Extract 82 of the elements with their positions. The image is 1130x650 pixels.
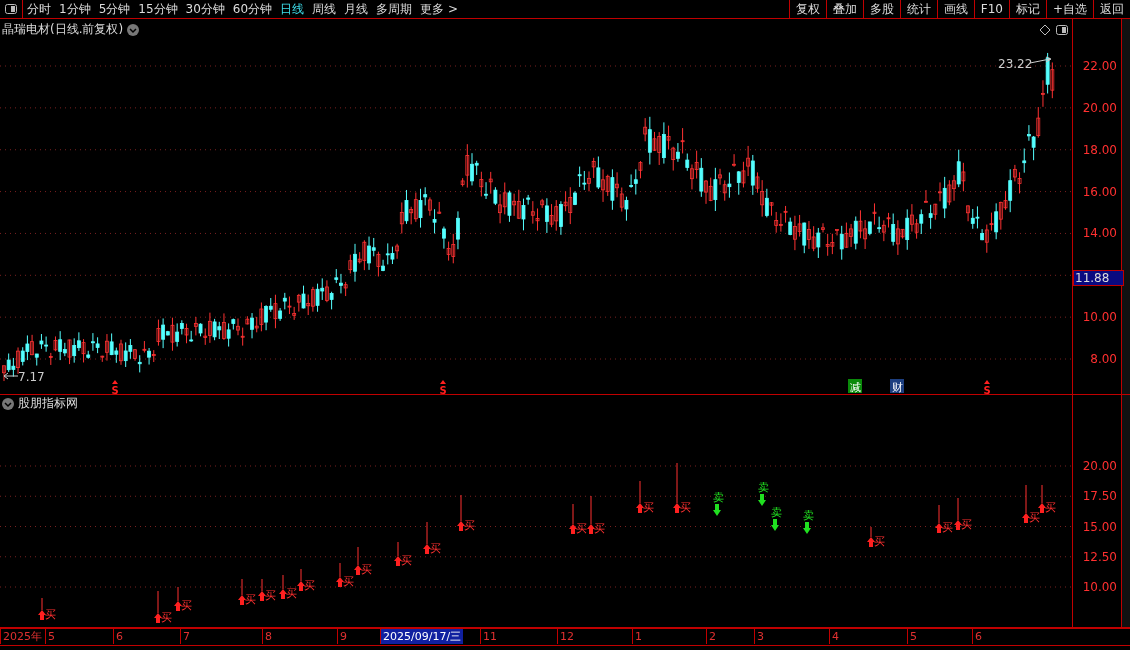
sell-signal-label: 卖 [770,506,782,519]
stock-title: 晶瑞电材(日线.前复权) [2,21,124,38]
sell-signal-label: 卖 [802,509,814,522]
current-price-label: 11.88 [1073,269,1124,286]
event-marker: S [439,385,447,394]
high-price-label: 23.22 [998,57,1033,71]
period-tab[interactable]: 周线 [308,0,341,18]
toolbar-button[interactable]: F10 [973,0,1009,18]
sell-signal-label: 卖 [757,481,769,494]
date-axis-label: 1 [632,629,644,644]
date-axis-label: 11 [480,629,499,644]
price-axis-label: 22.00 [1082,59,1117,73]
buy-signal-label: 买 [1028,511,1040,524]
buy-signal-label: 买 [575,522,587,535]
toolbar-button[interactable]: 统计 [899,0,937,18]
period-tab[interactable]: 60分钟 [228,0,277,18]
indicator-axis-label: 20.00 [1082,459,1117,473]
toolbar-button[interactable]: 画线 [936,0,974,18]
toolbar-button[interactable]: 多股 [862,0,900,18]
low-price-label: 7.17 [18,370,45,384]
indicator-axis-label: 17.50 [1082,489,1117,504]
price-axis-label: 8.00 [1090,352,1117,366]
date-axis-label: 2 [706,629,718,644]
period-tab[interactable]: 日线 [276,0,309,18]
buy-signal-label: 买 [264,589,276,602]
date-axis-label: 6 [972,629,984,644]
period-tab[interactable]: 更多 > [416,0,462,18]
toolbar-button[interactable]: 复权 [788,0,826,18]
buy-signal-label: 买 [429,542,441,555]
period-tab[interactable]: 1分钟 [55,0,95,18]
price-axis-label: 18.00 [1082,142,1117,157]
date-axis-label: 5 [45,629,57,644]
indicator-title: 股朋指标网 [18,395,78,412]
period-tab[interactable]: 5分钟 [94,0,135,18]
buy-signal-label: 买 [44,608,56,621]
buy-signal-label: 买 [360,563,372,576]
buy-signal-label: 买 [160,611,172,624]
toolbar-button[interactable]: +自选 [1045,0,1093,18]
period-tab[interactable]: 月线 [340,0,373,18]
buy-signal-label: 买 [1044,501,1056,514]
event-marker: S [983,385,991,394]
buy-signal-label: 买 [642,501,654,514]
indicator-axis-label: 15.00 [1082,519,1117,534]
buy-signal-label: 买 [960,518,972,531]
toolbar-button[interactable]: 返回 [1093,0,1130,18]
buy-signal-label: 买 [244,593,256,606]
date-axis-label: 2025年 [0,629,44,644]
indicator-axis-label: 12.50 [1082,549,1117,564]
date-axis-label: 5 [907,629,919,644]
date-axis-label: 6 [113,629,125,644]
indicator-axis-label: 10.00 [1082,580,1117,594]
date-axis-label: 3 [754,629,766,644]
toolbar-button[interactable]: 叠加 [825,0,863,18]
price-axis-label: 14.00 [1082,226,1117,241]
event-badge-label: 减 [849,381,861,394]
buy-signal-label: 买 [400,554,412,567]
price-axis-label: 10.00 [1082,310,1117,325]
buy-signal-label: 买 [303,579,315,592]
date-axis-label: 9 [337,629,349,644]
buy-signal-label: 买 [679,501,691,514]
buy-signal-label: 买 [873,535,885,548]
price-axis-label: 20.00 [1082,100,1117,115]
event-badge-label: 财 [891,381,903,394]
period-tab[interactable]: 30分钟 [181,0,229,18]
date-axis-label: 8 [262,629,274,644]
date-axis-label: 2025/09/17/三 [380,629,464,644]
period-tab[interactable]: 分时 [23,0,55,18]
sell-signal-label: 卖 [712,491,724,504]
buy-signal-label: 买 [941,521,953,534]
price-axis-label: 16.00 [1082,184,1117,199]
buy-signal-label: 买 [593,522,605,535]
date-axis-label: 7 [180,629,192,644]
buy-signal-label: 买 [342,575,354,588]
toolbar-button[interactable]: 标记 [1008,0,1046,18]
event-marker: S [111,385,119,394]
buy-signal-label: 买 [180,599,192,612]
period-tab[interactable]: 多周期 [372,0,417,18]
period-tab[interactable]: 15分钟 [134,0,182,18]
date-axis-label: 12 [557,629,576,644]
date-axis-label: 4 [829,629,841,644]
buy-signal-label: 买 [463,519,475,532]
buy-signal-label: 买 [285,587,297,600]
